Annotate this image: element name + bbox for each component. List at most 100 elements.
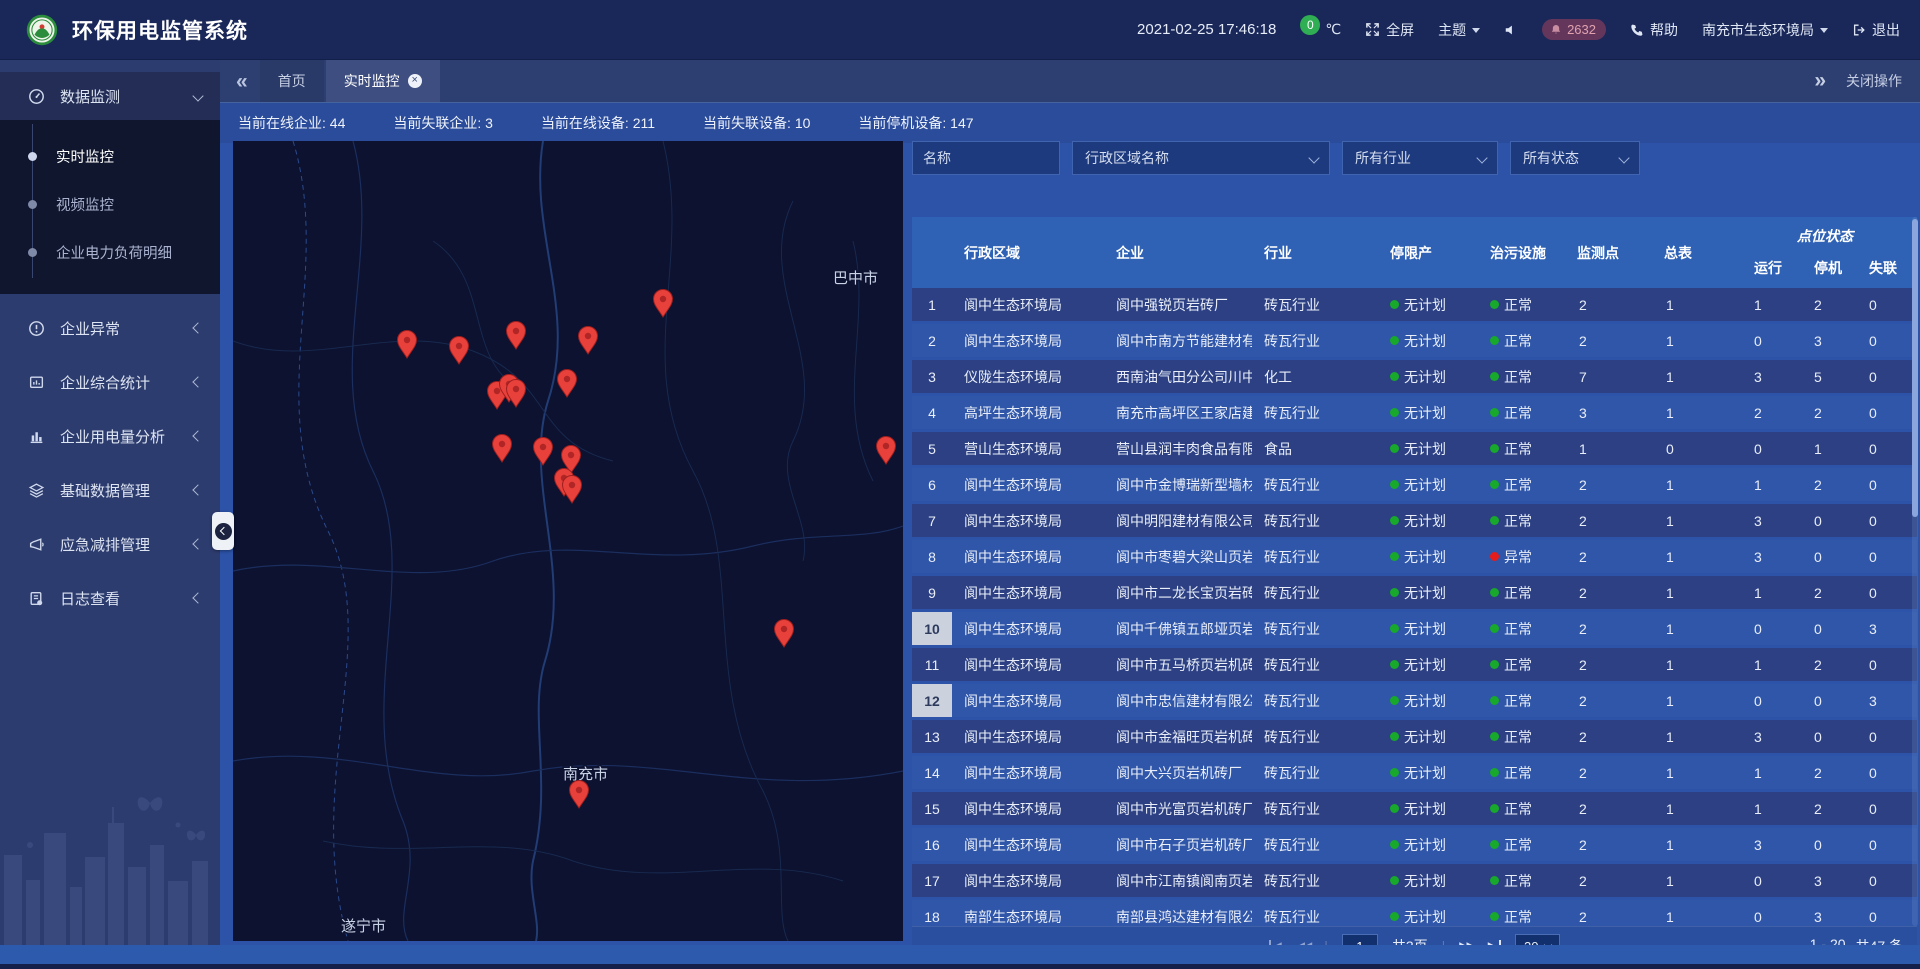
map-pin[interactable] — [570, 781, 589, 809]
table-row[interactable]: 9阆中生态环境局阆中市二龙长宝页岩砖砖瓦行业无计划正常21120 — [912, 576, 1917, 609]
scrollbar-thumb[interactable] — [1912, 219, 1918, 517]
row-number: 13 — [912, 720, 952, 753]
cell-monitor: 2 — [1565, 900, 1652, 926]
cell-stopped: 0 — [1800, 540, 1855, 573]
map-pin[interactable] — [493, 435, 512, 463]
region-select[interactable]: 行政区域名称 — [1072, 141, 1330, 175]
map-panel[interactable]: 巴中市南充市遂宁市 — [233, 141, 903, 941]
table-row[interactable]: 5营山生态环境局营山县润丰肉食品有限食品无计划正常10010 — [912, 432, 1917, 465]
table-row[interactable]: 11阆中生态环境局阆中市五马桥页岩机砖砖瓦行业无计划正常21120 — [912, 648, 1917, 681]
sidebar-subitem-2[interactable]: 企业电力负荷明细 — [0, 228, 220, 276]
table-row[interactable]: 4高坪生态环境局南充市高坪区王家店建砖瓦行业无计划正常31220 — [912, 396, 1917, 429]
status-select[interactable]: 所有状态 — [1510, 141, 1640, 175]
table-row[interactable]: 3仪陇生态环境局西南油气田分公司川中化工无计划正常71350 — [912, 360, 1917, 393]
table-row[interactable]: 17阆中生态环境局阆中市江南镇阆南页岩砖瓦行业无计划正常21030 — [912, 864, 1917, 897]
mute-button[interactable] — [1504, 23, 1518, 37]
status-dot-green-icon — [1390, 624, 1399, 633]
cell-monitor: 2 — [1565, 684, 1652, 717]
name-search-input[interactable] — [912, 141, 1060, 175]
table-row[interactable]: 16阆中生态环境局阆中市石子页岩机砖厂砖瓦行业无计划正常21300 — [912, 828, 1917, 861]
map-pin[interactable] — [450, 337, 469, 365]
map-pin[interactable] — [775, 620, 794, 648]
sidebar-item-base-data[interactable]: 基础数据管理 — [0, 466, 220, 514]
table-row[interactable]: 13阆中生态环境局阆中市金福旺页岩机砖砖瓦行业无计划正常21300 — [912, 720, 1917, 753]
map-pin[interactable] — [558, 370, 577, 398]
close-tab-icon[interactable]: × — [408, 74, 422, 88]
table-scrollbar[interactable] — [1912, 217, 1918, 926]
table-body: 1阆中生态环境局阆中强锐页岩砖厂砖瓦行业无计划正常211202阆中生态环境局阆中… — [912, 288, 1917, 926]
sidebar-item-company-stats[interactable]: 企业综合统计 — [0, 358, 220, 406]
phone-icon — [1630, 23, 1644, 37]
sidebar-item-power-analysis[interactable]: 企业用电量分析 — [0, 412, 220, 460]
table-row[interactable]: 8阆中生态环境局阆中市枣碧大梁山页岩砖瓦行业无计划异常21300 — [912, 540, 1917, 573]
map-pin[interactable] — [563, 476, 582, 504]
cell-run: 1 — [1740, 792, 1800, 825]
table-row[interactable]: 15阆中生态环境局阆中市光富页岩机砖厂砖瓦行业无计划正常21120 — [912, 792, 1917, 825]
tab-home[interactable]: 首页 — [260, 60, 324, 102]
cell-industry: 砖瓦行业 — [1252, 648, 1378, 681]
industry-select[interactable]: 所有行业 — [1342, 141, 1498, 175]
cell-region: 阆中生态环境局 — [952, 720, 1104, 753]
datetime-display: 2021-02-25 17:46:18 — [1137, 21, 1276, 38]
cell-company: 阆中市金博瑞新型墙材 — [1104, 468, 1252, 501]
status-dot-green-icon — [1490, 804, 1499, 813]
cell-run: 0 — [1740, 432, 1800, 465]
table-row[interactable]: 6阆中生态环境局阆中市金博瑞新型墙材砖瓦行业无计划正常21120 — [912, 468, 1917, 501]
sidebar-subitem-label: 企业电力负荷明细 — [56, 242, 172, 263]
sidebar-subitem-1[interactable]: 视频监控 — [0, 180, 220, 228]
table-row[interactable]: 14阆中生态环境局阆中大兴页岩机砖厂砖瓦行业无计划正常21120 — [912, 756, 1917, 789]
sidebar-item-logs[interactable]: 日志查看 — [0, 574, 220, 622]
table-row[interactable]: 7阆中生态环境局阆中明阳建材有限公司砖瓦行业无计划正常21300 — [912, 504, 1917, 537]
cell-facility: 正常 — [1478, 792, 1565, 825]
cell-lost: 0 — [1855, 288, 1910, 321]
cell-lost: 0 — [1855, 360, 1910, 393]
sidebar-item-emergency[interactable]: 应急减排管理 — [0, 520, 220, 568]
cell-run: 3 — [1740, 828, 1800, 861]
tabs-scroll-left-icon[interactable]: « — [236, 71, 248, 92]
table-row[interactable]: 2阆中生态环境局阆中市南方节能建材有砖瓦行业无计划正常21030 — [912, 324, 1917, 357]
cell-facility: 正常 — [1478, 396, 1565, 429]
sidebar-item-data-monitor[interactable]: 数据监测 — [0, 72, 220, 120]
fullscreen-button[interactable]: 全屏 — [1365, 20, 1414, 40]
close-operations-menu[interactable]: 关闭操作 — [1846, 71, 1902, 91]
sidebar-item-label: 企业异常 — [60, 318, 194, 339]
map-pin[interactable] — [398, 331, 417, 359]
logout-button[interactable]: 退出 — [1852, 20, 1900, 40]
notification-badge[interactable]: 2632 — [1542, 19, 1606, 40]
cell-lost: 0 — [1855, 432, 1910, 465]
tabs-scroll-right-icon[interactable]: » — [1814, 69, 1826, 93]
map-pin[interactable] — [654, 290, 673, 318]
map-pin[interactable] — [534, 438, 553, 466]
help-button[interactable]: 帮助 — [1630, 20, 1678, 40]
org-menu[interactable]: 南充市生态环境局 — [1702, 20, 1828, 40]
cell-monitor: 2 — [1565, 828, 1652, 861]
cell-industry: 砖瓦行业 — [1252, 288, 1378, 321]
table-row[interactable]: 1阆中生态环境局阆中强锐页岩砖厂砖瓦行业无计划正常21120 — [912, 288, 1917, 321]
map-pin[interactable] — [579, 327, 598, 355]
map-pin[interactable] — [507, 322, 526, 350]
map-pin[interactable] — [507, 380, 526, 408]
theme-menu[interactable]: 主题 — [1438, 20, 1480, 40]
table-row[interactable]: 18南部生态环境局南部县鸿达建材有限公砖瓦行业无计划正常21030 — [912, 900, 1917, 926]
cell-facility: 正常 — [1478, 900, 1565, 926]
tab-realtime-monitor[interactable]: 实时监控 × — [326, 60, 440, 102]
sidebar-subitem-0[interactable]: 实时监控 — [0, 132, 220, 180]
sidebar-item-company-abnormal[interactable]: 企业异常 — [0, 304, 220, 352]
cell-industry: 砖瓦行业 — [1252, 720, 1378, 753]
status-dot-green-icon — [1490, 912, 1499, 921]
status-dot-green-icon — [1390, 552, 1399, 561]
log-icon — [26, 590, 46, 607]
cell-stopped: 5 — [1800, 360, 1855, 393]
cell-company: 阆中市光富页岩机砖厂 — [1104, 792, 1252, 825]
cell-meter: 1 — [1652, 900, 1740, 926]
table-row[interactable]: 10阆中生态环境局阆中千佛镇五郎垭页岩砖瓦行业无计划正常21003 — [912, 612, 1917, 645]
table-row[interactable]: 12阆中生态环境局阆中市忠信建材有限公砖瓦行业无计划正常21003 — [912, 684, 1917, 717]
chevron-left-icon — [192, 484, 203, 495]
cell-stopped: 0 — [1800, 828, 1855, 861]
cell-region: 阆中生态环境局 — [952, 756, 1104, 789]
cell-meter: 1 — [1652, 504, 1740, 537]
cell-monitor: 2 — [1565, 720, 1652, 753]
map-pin[interactable] — [877, 437, 896, 465]
cell-industry: 砖瓦行业 — [1252, 756, 1378, 789]
sidebar-collapse-handle[interactable] — [212, 512, 234, 550]
